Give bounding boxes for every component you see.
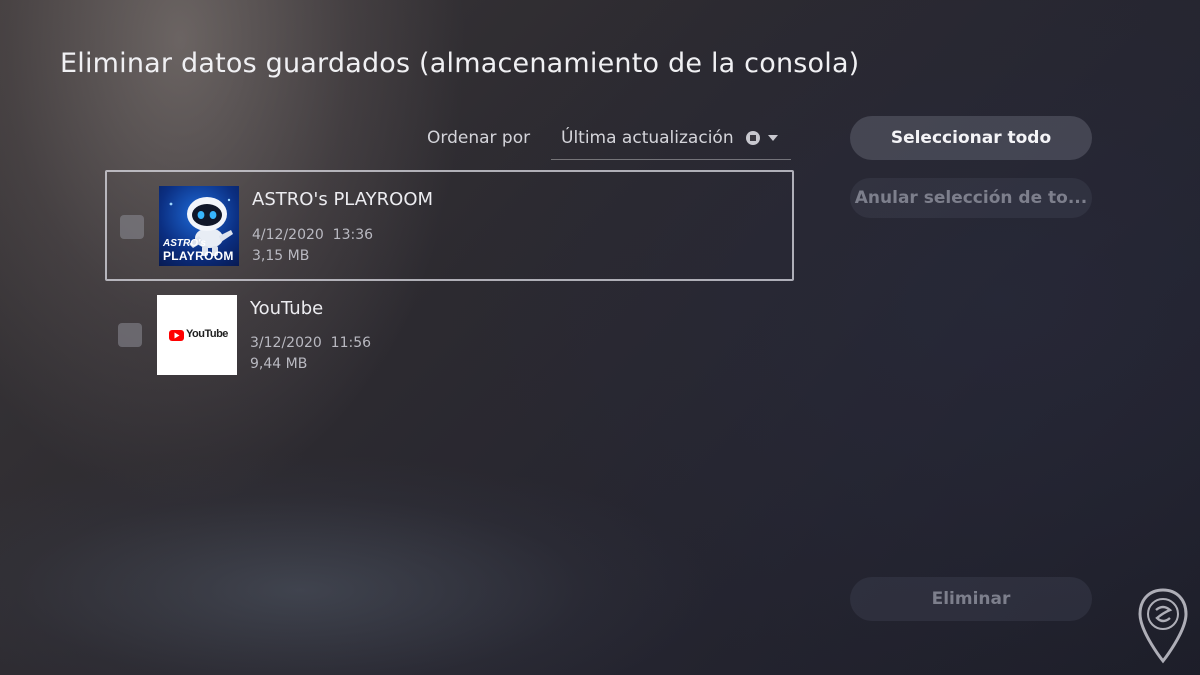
thumb-text-top: ASTRO's xyxy=(163,238,206,249)
astros-playroom-thumbnail: ASTRO's PLAYROOM xyxy=(159,186,239,266)
square-button-icon xyxy=(746,131,760,145)
item-name: ASTRO's PLAYROOM xyxy=(252,189,434,210)
sort-value: Última actualización xyxy=(561,128,734,148)
item-name: YouTube xyxy=(250,298,324,319)
youtube-thumbnail: YouTube xyxy=(157,295,237,375)
item-checkbox[interactable] xyxy=(120,215,144,239)
thumb-text-bottom: PLAYROOM xyxy=(163,249,234,263)
item-checkbox[interactable] xyxy=(118,323,142,347)
youtube-wordmark: YouTube xyxy=(186,328,228,340)
watermark-logo-icon xyxy=(1138,588,1188,664)
chevron-down-icon xyxy=(768,135,778,141)
sort-dropdown[interactable]: Última actualización xyxy=(551,116,791,160)
item-size: 9,44 MB xyxy=(250,356,308,372)
list-item-youtube[interactable]: YouTube YouTube 3/12/2020 11:56 9,44 MB xyxy=(105,281,794,392)
item-date: 3/12/2020 11:56 xyxy=(250,335,372,351)
item-date: 4/12/2020 13:36 xyxy=(252,227,374,243)
sort-label: Ordenar por xyxy=(427,128,531,148)
delete-button[interactable]: Eliminar xyxy=(850,577,1092,621)
page-title: Eliminar datos guardados (almacenamiento… xyxy=(60,48,860,79)
list-item-astros-playroom[interactable]: ASTRO's PLAYROOM ASTRO's PLAYROOM 4/12/2… xyxy=(105,170,794,281)
item-size: 3,15 MB xyxy=(252,248,310,264)
select-all-button[interactable]: Seleccionar todo xyxy=(850,116,1092,160)
deselect-all-button[interactable]: Anular selección de to... xyxy=(850,178,1092,218)
